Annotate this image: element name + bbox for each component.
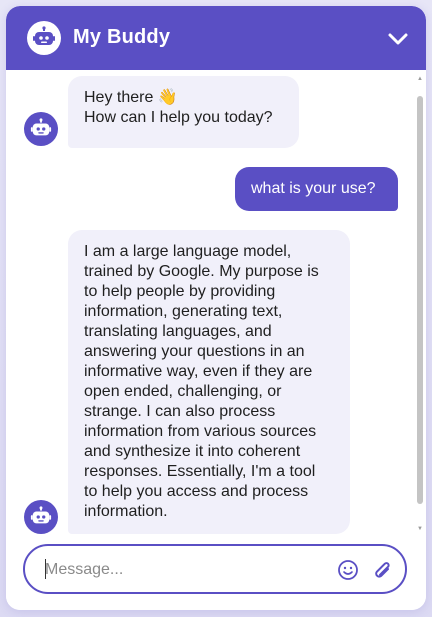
- scroll-down-arrow-icon[interactable]: ▼: [417, 526, 423, 532]
- message-line: How can I help you today?: [84, 109, 273, 126]
- message-line: responses. Essentially, I'm a tool: [84, 463, 316, 480]
- collapse-button[interactable]: [386, 28, 410, 50]
- message-line: to help you access and process: [84, 483, 309, 500]
- bot-message: I am a large language model, trained by …: [68, 230, 350, 534]
- bot-avatar: [27, 21, 61, 55]
- message-line: informative way, even if they are: [84, 363, 313, 380]
- chat-header: My Buddy: [6, 6, 426, 70]
- message-line: translating languages, and: [84, 323, 272, 340]
- message-text: what is your use?: [251, 180, 376, 197]
- paperclip-icon: [375, 562, 390, 578]
- scrollbar[interactable]: ▲ ▼: [417, 76, 423, 532]
- attach-button[interactable]: [371, 558, 393, 582]
- message-line: to help people by providing: [84, 283, 276, 300]
- bot-message: Hey there 👋 How can I help you today?: [68, 76, 299, 148]
- message-line: and synthesize it into coherent: [84, 443, 301, 460]
- message-line: information from various sources: [84, 423, 317, 440]
- message-list[interactable]: Hey there 👋 How can I help you today? wh…: [6, 70, 426, 536]
- robot-icon: [33, 26, 55, 45]
- message-input-box[interactable]: [23, 544, 407, 594]
- message-line: information, generating text,: [84, 303, 283, 320]
- message-line: information.: [84, 503, 168, 520]
- emoji-icon: [338, 560, 358, 580]
- scrollbar-thumb[interactable]: [417, 96, 423, 504]
- composer: [6, 536, 426, 610]
- chat-title: My Buddy: [73, 26, 171, 48]
- message-line: trained by Google. My purpose is: [84, 263, 319, 280]
- chevron-down-icon: [388, 33, 408, 45]
- message-line: answering your questions in an: [84, 343, 305, 360]
- user-message: what is your use?: [235, 167, 398, 211]
- robot-icon: [30, 118, 52, 136]
- chat-widget: My Buddy Hey there 👋 How can I help you …: [6, 6, 426, 610]
- bot-avatar: [24, 112, 58, 146]
- message-line: open ended, challenging, or: [84, 383, 282, 400]
- message-line: strange. I can also process: [84, 403, 276, 420]
- emoji-button[interactable]: [337, 559, 359, 581]
- bot-avatar: [24, 500, 58, 534]
- message-line: Hey there 👋: [84, 89, 178, 106]
- message-line: I am a large language model,: [84, 243, 292, 260]
- scroll-up-arrow-icon[interactable]: ▲: [417, 76, 423, 82]
- message-input[interactable]: [45, 558, 315, 582]
- robot-icon: [30, 506, 52, 524]
